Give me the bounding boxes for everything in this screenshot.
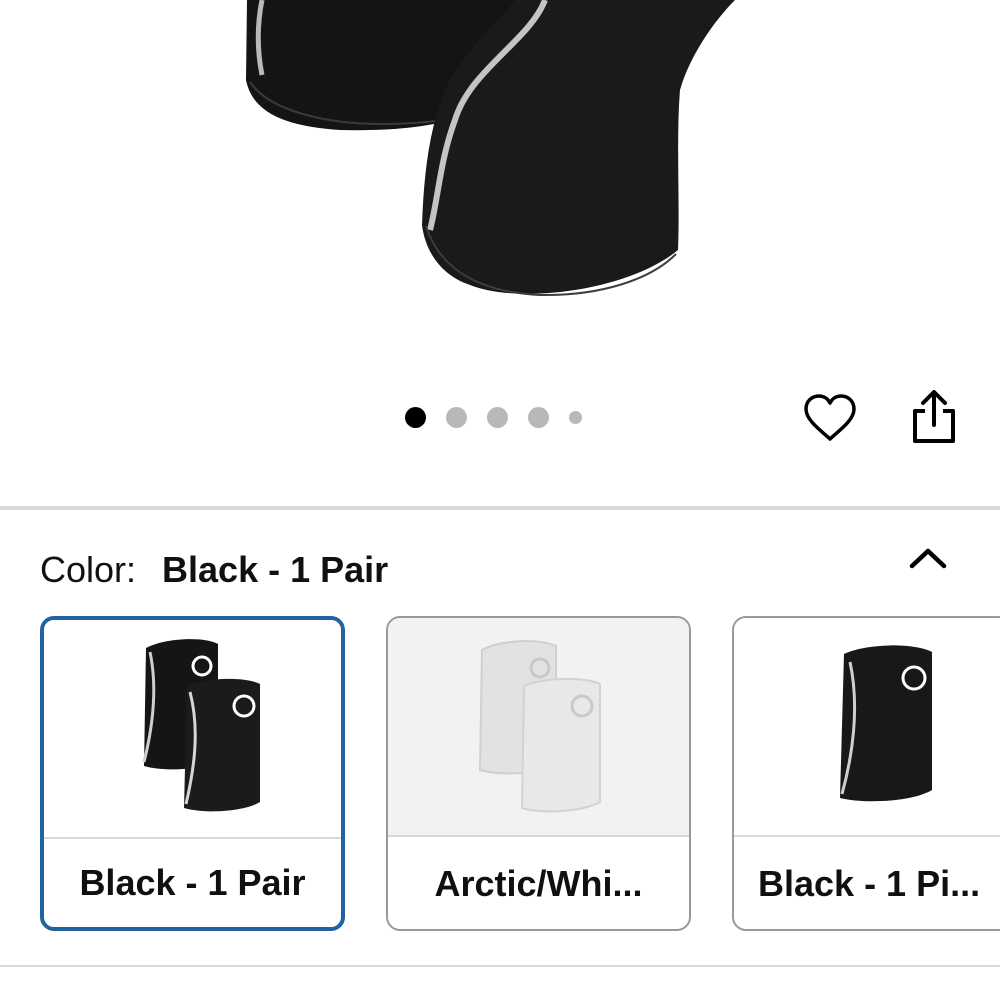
swatch-thumbnail xyxy=(44,620,341,837)
variation-header: Color: Black - 1 Pair xyxy=(40,545,388,595)
carousel-dot-1[interactable] xyxy=(405,406,426,428)
swatch-label: Black - 1 Pair xyxy=(79,862,306,903)
variation-selected-value: Black - 1 Pair xyxy=(162,549,389,590)
product-image[interactable] xyxy=(0,0,1000,380)
chevron-up-icon xyxy=(909,548,947,569)
variation-label: Color: xyxy=(40,549,137,590)
color-swatch-black-1-piece[interactable]: Black - 1 Pi... xyxy=(732,616,1000,931)
carousel-dot-3[interactable] xyxy=(487,406,508,428)
knee-sleeves-image xyxy=(246,0,735,297)
swatch-thumbnail xyxy=(734,618,1000,835)
knee-sleeve-pair-image xyxy=(142,639,260,812)
share-button[interactable] xyxy=(905,386,963,448)
carousel-dot-4[interactable] xyxy=(528,406,549,428)
section-divider-bottom xyxy=(0,965,1000,967)
color-swatch-black-1-pair[interactable]: Black - 1 Pair xyxy=(40,616,345,931)
color-swatch-arctic-white[interactable]: Arctic/Whi... xyxy=(386,616,691,931)
heart-icon xyxy=(804,394,856,441)
swatch-label: Arctic/Whi... xyxy=(434,863,643,904)
carousel-dot-5[interactable] xyxy=(569,410,582,424)
carousel-pagination[interactable] xyxy=(405,405,582,429)
carousel-dot-2[interactable] xyxy=(446,406,467,428)
favorite-button[interactable] xyxy=(800,388,860,448)
knee-sleeve-single-image xyxy=(840,645,932,802)
knee-sleeve-pair-white-image xyxy=(478,640,601,813)
swatch-thumbnail xyxy=(388,618,689,835)
collapse-button[interactable] xyxy=(900,536,956,580)
share-icon xyxy=(913,390,955,443)
section-divider xyxy=(0,506,1000,510)
swatch-label: Black - 1 Pi... xyxy=(758,863,981,904)
